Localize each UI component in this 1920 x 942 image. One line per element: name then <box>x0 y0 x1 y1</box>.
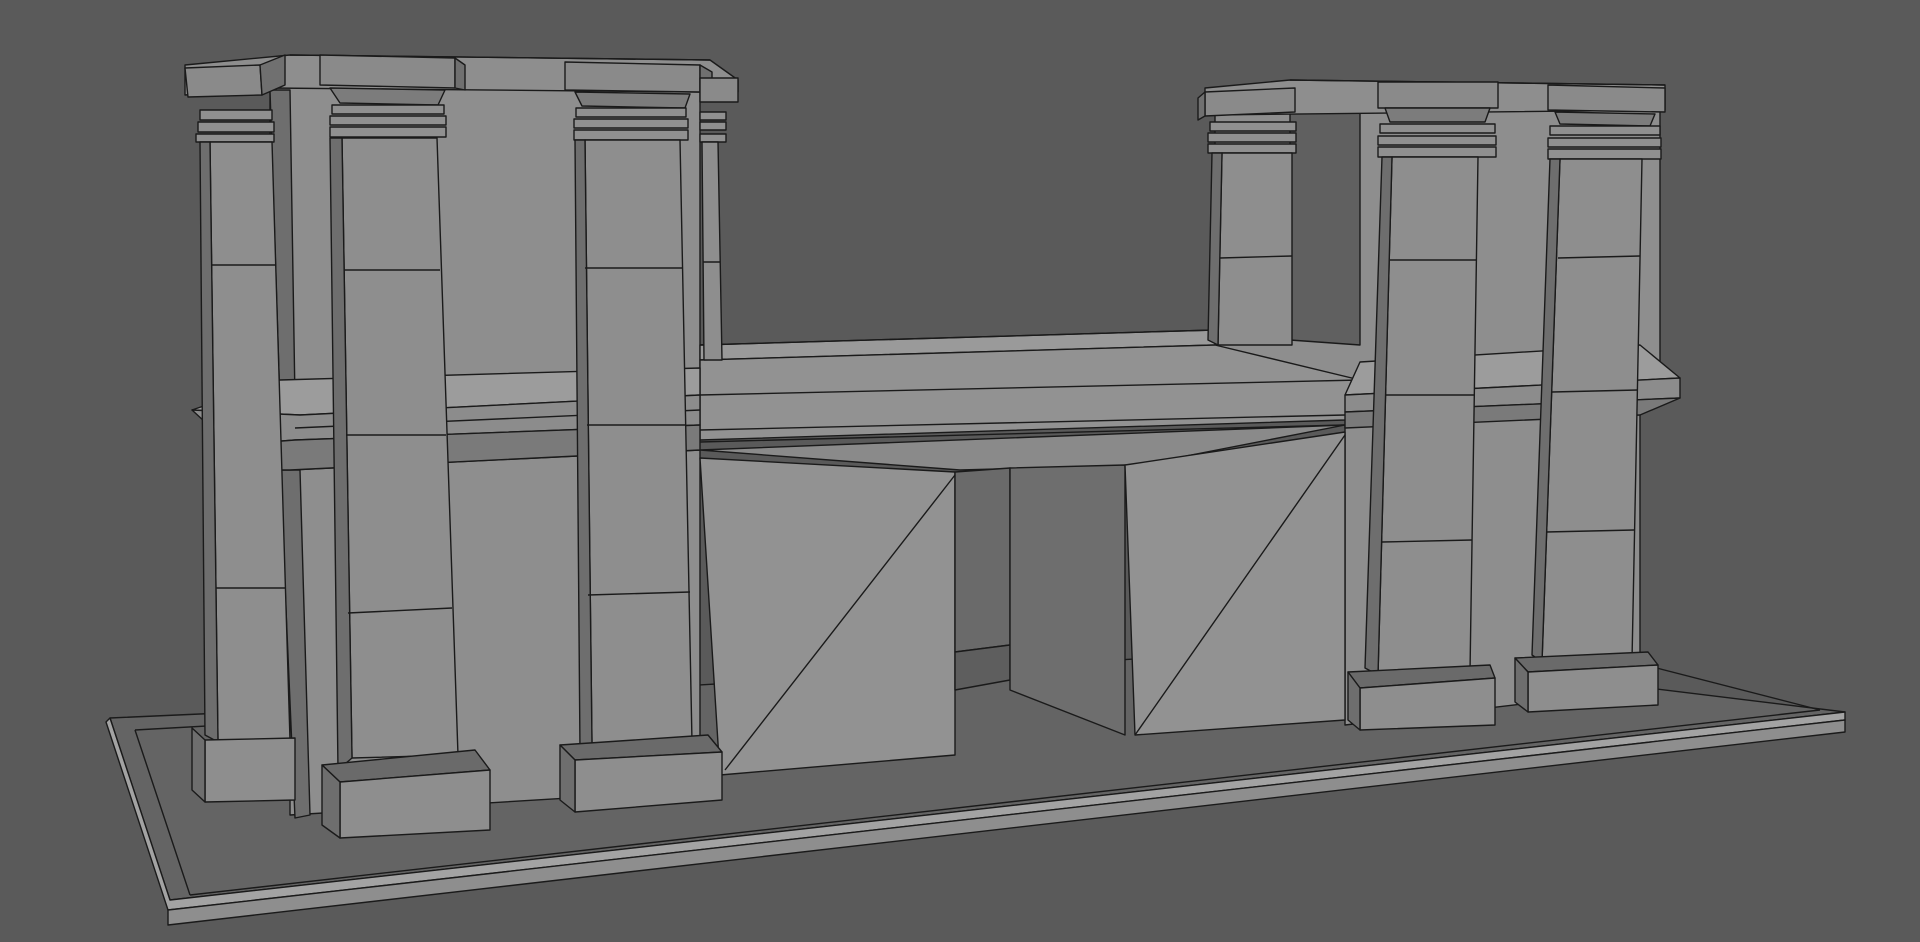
column-collar <box>199 109 273 121</box>
column-shaft-front <box>1217 152 1293 346</box>
column-collar <box>1207 132 1297 143</box>
column-collar <box>699 133 727 143</box>
archway-right-side <box>1009 464 1126 736</box>
column-echinus <box>329 87 446 106</box>
column-echinus <box>574 91 691 109</box>
archway-opening[interactable] <box>954 467 1011 691</box>
column-collar <box>1549 125 1661 136</box>
column-capital <box>184 64 263 98</box>
column-collar <box>195 133 275 143</box>
column-collar <box>1207 143 1297 154</box>
column-collar <box>699 111 727 121</box>
column-shaft-front <box>701 141 723 361</box>
column-shaft-front <box>584 139 693 746</box>
column-collar <box>1547 148 1662 160</box>
column-collar <box>1209 121 1297 132</box>
column-collar <box>1377 146 1497 158</box>
column-capital <box>1377 81 1499 109</box>
column-plinth-front <box>339 769 491 839</box>
archway-left-block[interactable] <box>699 457 956 776</box>
column-capital <box>1204 87 1296 117</box>
edge-styles <box>105 54 1846 926</box>
column-capital <box>319 54 456 89</box>
column-collar <box>699 121 727 131</box>
archway-back-wall <box>954 467 1011 653</box>
archway-right-block[interactable] <box>1009 431 1346 736</box>
3d-viewport[interactable] <box>0 0 1920 942</box>
column-collar <box>197 121 275 133</box>
column-plinth-front <box>1527 664 1659 713</box>
column-capital <box>564 61 701 93</box>
column-capital <box>699 77 739 103</box>
model-scene[interactable] <box>0 0 1920 942</box>
column-echinus <box>1384 107 1491 123</box>
column-plinth-side <box>191 727 206 803</box>
column-collar <box>573 118 689 129</box>
column-right-1[interactable] <box>1197 87 1297 346</box>
right-dark-recess <box>1289 99 1361 346</box>
column-collar <box>329 126 447 138</box>
column-capital-side <box>1197 91 1206 121</box>
column-collar <box>1547 137 1662 148</box>
column-collar <box>329 115 447 126</box>
column-collar <box>331 104 445 115</box>
archway-right-front <box>1124 431 1346 736</box>
column-collar <box>575 107 687 118</box>
column-collar <box>1379 123 1496 134</box>
column-collar <box>1377 135 1497 146</box>
archway-left-front <box>699 457 956 776</box>
column-plinth-front <box>1359 677 1496 731</box>
column-shaft-front <box>1377 156 1479 676</box>
column-capital <box>1547 84 1666 113</box>
column-echinus <box>1554 111 1656 127</box>
column-left-4[interactable] <box>699 77 739 361</box>
column-collar <box>573 129 689 141</box>
column-shaft-front <box>341 137 459 759</box>
column-plinth-front <box>204 737 296 803</box>
